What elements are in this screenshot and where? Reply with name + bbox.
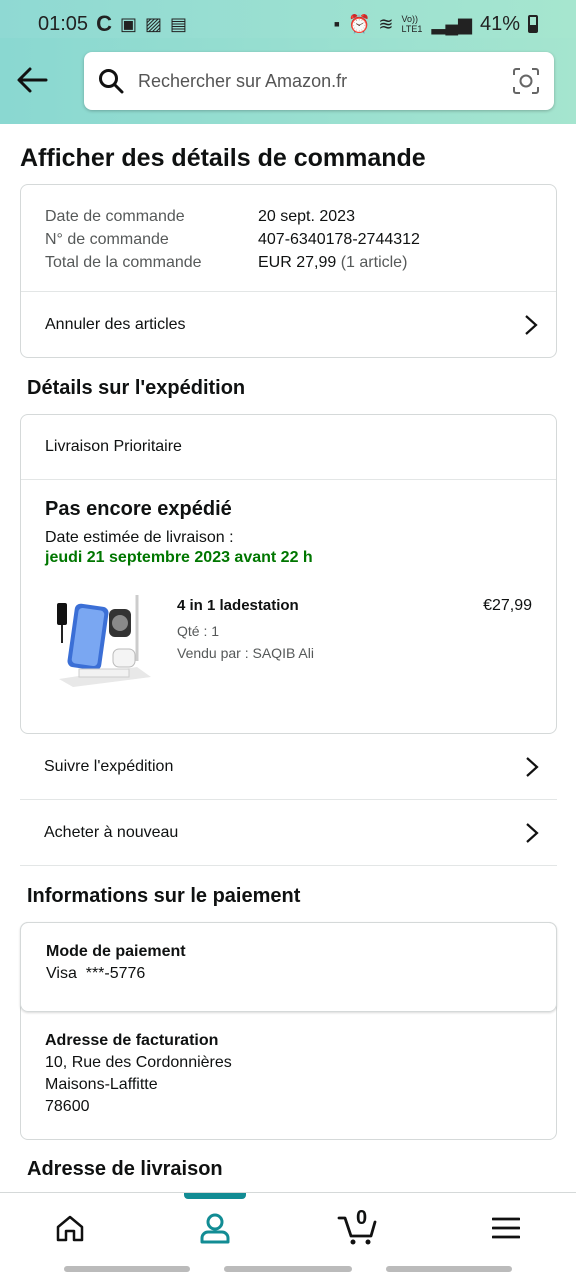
buy-again-label: Acheter à nouveau: [44, 823, 179, 841]
volte-label: Vo)) LTE1: [401, 14, 423, 34]
billing-address-label: Adresse de facturation: [45, 1032, 219, 1049]
tab-account[interactable]: [165, 1193, 265, 1263]
camera-scan-icon[interactable]: [512, 67, 540, 95]
delivery-section-title: Adresse de livraison: [27, 1158, 223, 1180]
item-name[interactable]: 4 in 1 ladestation: [177, 597, 314, 614]
item-quantity: Qté : 1: [177, 623, 220, 639]
item-seller: Vendu par : SAQIB Ali: [177, 645, 314, 661]
payment-method-box[interactable]: Mode de paiement Visa ***-5776: [20, 922, 557, 1012]
gesture-handle-left: [64, 1266, 190, 1272]
gesture-handle-center: [224, 1266, 352, 1272]
billing-line-3: 78600: [45, 1098, 90, 1115]
payment-section-title: Informations sur le paiement: [27, 885, 301, 907]
chevron-right-icon: [526, 756, 539, 777]
order-total-row: Total de la commande EUR 27,99 (1 articl…: [45, 251, 532, 274]
cancel-items-label: Annuler des articles: [45, 316, 186, 333]
account-icon: [200, 1213, 230, 1244]
alarm-icon: ⏰: [348, 14, 371, 34]
track-shipment-row[interactable]: Suivre l'expédition: [20, 734, 557, 800]
calendar-icon: ▤: [169, 14, 187, 34]
search-bar[interactable]: [84, 52, 554, 110]
tab-menu[interactable]: [456, 1193, 556, 1263]
tab-cart[interactable]: 0: [308, 1193, 408, 1263]
page-title: Afficher des détails de commande: [20, 144, 426, 172]
gesture-handle-right: [386, 1266, 512, 1272]
search-icon: [99, 69, 124, 94]
battery-icon: [528, 15, 538, 33]
order-total-label: Total de la commande: [45, 254, 202, 271]
billing-line-1: 10, Rue des Cordonnières: [45, 1054, 232, 1071]
order-number-value: 407-6340178-2744312: [258, 231, 420, 248]
wifi-icon: ≋: [378, 14, 394, 34]
chevron-right-icon: [525, 315, 538, 335]
order-total-value: EUR 27,99: [258, 254, 337, 271]
estimated-date-label: Date estimée de livraison :: [45, 529, 234, 546]
order-date-value: 20 sept. 2023: [258, 208, 355, 225]
home-icon: [56, 1215, 84, 1242]
shipping-section-title: Détails sur l'expédition: [27, 377, 246, 399]
back-arrow-icon[interactable]: [14, 62, 50, 98]
order-date-label: Date de commande: [45, 208, 185, 225]
order-item[interactable]: 4 in 1 ladestation Qté : 1 Vendu par : S…: [45, 591, 532, 687]
estimated-date-value: jeudi 21 septembre 2023 avant 22 h: [45, 549, 313, 566]
search-input[interactable]: [138, 70, 512, 92]
shipment-card: Livraison Prioritaire Pas encore expédié…: [20, 414, 557, 734]
lock-icon: ▪: [333, 14, 340, 34]
item-price: €27,99: [483, 597, 532, 614]
chevron-right-icon: [526, 822, 539, 843]
product-image[interactable]: [49, 591, 157, 687]
order-article-count: (1 article): [340, 254, 408, 271]
order-number-label: N° de commande: [45, 231, 169, 248]
battery-text: 41%: [479, 12, 520, 35]
order-number-row: N° de commande 407-6340178-2744312: [45, 228, 532, 251]
header: [0, 38, 576, 124]
billing-line-2: Maisons-Laffitte: [45, 1076, 158, 1093]
tab-home[interactable]: [20, 1193, 120, 1263]
cart-count: 0: [356, 1207, 368, 1229]
c-icon: C: [96, 11, 112, 36]
signal-icon: ▂▄▆: [431, 14, 472, 34]
sim-icon: ▣: [119, 14, 137, 34]
cancel-items-row[interactable]: Annuler des articles: [21, 292, 556, 358]
status-time: 01:05: [38, 12, 89, 35]
image-icon: ▨: [144, 14, 162, 34]
payment-card: Mode de paiement Visa ***-5776 Adresse d…: [20, 922, 557, 1140]
payment-method-label: Mode de paiement: [46, 943, 186, 960]
buy-again-row[interactable]: Acheter à nouveau: [20, 800, 557, 866]
shipment-status: Pas encore expédié: [45, 498, 232, 520]
billing-address: Adresse de facturation 10, Rue des Cordo…: [21, 1012, 556, 1118]
track-shipment-label: Suivre l'expédition: [44, 757, 174, 775]
menu-icon: [492, 1217, 520, 1239]
payment-method-value: Visa ***-5776: [46, 965, 146, 982]
shipping-method: Livraison Prioritaire: [45, 438, 182, 455]
order-summary-card: Date de commande 20 sept. 2023 N° de com…: [20, 184, 557, 358]
order-date-row: Date de commande 20 sept. 2023: [45, 205, 532, 228]
